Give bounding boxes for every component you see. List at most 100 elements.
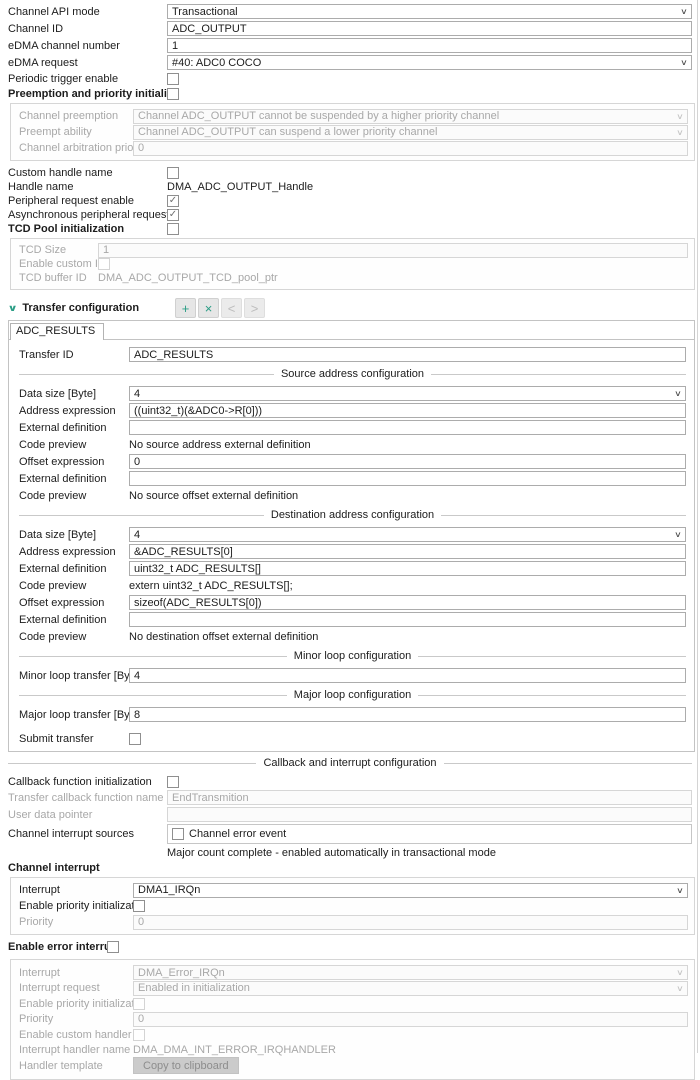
dst-external-definition-input[interactable]: uint32_t ADC_RESULTS[] <box>129 561 686 576</box>
src-offset-external-definition-control-area <box>129 471 686 486</box>
src-offset-expression-row: Offset expression0 <box>19 453 686 470</box>
channel-priority-label: Priority <box>19 916 133 928</box>
src-offset-expression-label: Offset expression <box>19 456 129 468</box>
callback-function-initialization-checkbox[interactable] <box>167 776 179 788</box>
preemption-priority-initialization-label: Preemption and priority initialization <box>8 88 167 100</box>
tcd-pool-initialization-row: TCD Pool initialization <box>8 222 692 236</box>
transfer-tabstrip: ADC_RESULTS <box>9 321 694 340</box>
src-address-expression-control-area: ((uint32_t)(&ADC0->R[0])) <box>129 403 686 418</box>
src-data-size-select[interactable]: 4∨ <box>129 386 686 401</box>
dst-offset-code-preview-control-area: No destination offset external definitio… <box>129 631 686 643</box>
major-loop-separator: Major loop configuration <box>19 684 686 706</box>
add-transfer-button[interactable]: + <box>175 298 196 318</box>
enable-custom-handler-name-checkbox <box>133 1029 145 1041</box>
channel-priority-value: 0 <box>138 916 144 928</box>
section-expand-chevron-icon[interactable]: ∨ <box>8 303 18 314</box>
dst-data-size-select[interactable]: 4∨ <box>129 527 686 542</box>
tcd-buffer-id-value: DMA_ADC_OUTPUT_TCD_pool_ptr <box>98 272 278 284</box>
src-offset-code-preview-label: Code preview <box>19 490 129 502</box>
transfer-id-input[interactable]: ADC_RESULTS <box>129 347 686 362</box>
channel-interrupt-sources-control-area: Channel error event <box>167 824 692 844</box>
edma-request-control-area: #40: ADC0 COCO∨ <box>167 55 692 70</box>
dst-offset-external-definition-row: External definition <box>19 611 686 628</box>
major-loop-transfer-input[interactable]: 8 <box>129 707 686 722</box>
channel-preemption-row: Channel preemptionChannel ADC_OUTPUT can… <box>19 108 688 124</box>
dst-address-expression-row: Address expression&ADC_RESULTS[0] <box>19 543 686 560</box>
callback-function-initialization-control-area <box>167 776 692 788</box>
channel-interrupt-group: InterruptDMA1_IRQn∨Enable priority initi… <box>10 877 695 935</box>
preempt-ability-label: Preempt ability <box>19 126 133 138</box>
dst-offset-expression-input[interactable]: sizeof(ADC_RESULTS[0]) <box>129 595 686 610</box>
enable-custom-id-label: Enable custom ID <box>19 258 98 270</box>
user-data-pointer-row: User data pointer <box>8 806 692 823</box>
transfer-callback-function-name-value: EndTransmition <box>172 792 249 804</box>
destination-address-separator: Destination address configuration <box>19 504 686 526</box>
enable-error-interrupt-checkbox[interactable] <box>107 941 119 953</box>
channel-priority-row: Priority 0 <box>19 914 688 930</box>
channel-preemption-control-area: Channel ADC_OUTPUT cannot be suspended b… <box>133 109 688 124</box>
checkmark-icon: ✓ <box>169 196 177 206</box>
edma-channel-number-input[interactable]: 1 <box>167 38 692 53</box>
remove-transfer-button[interactable]: × <box>198 298 219 318</box>
channel-enable-priority-initialization-checkbox[interactable] <box>133 900 145 912</box>
major-count-note-control-area: Major count complete - enabled automatic… <box>167 847 692 859</box>
enable-error-interrupt-label: Enable error interrupt <box>8 941 107 953</box>
dst-address-expression-input[interactable]: &ADC_RESULTS[0] <box>129 544 686 559</box>
channel-api-mode-row: Channel API modeTransactional∨ <box>8 3 692 20</box>
preemption-priority-initialization-checkbox[interactable] <box>167 88 179 100</box>
channel-arbitration-priority-label: Channel arbitration priority <box>19 142 133 154</box>
error-enable-priority-initialization-control-area <box>133 998 688 1010</box>
src-external-definition-input[interactable] <box>129 420 686 435</box>
src-offset-expression-input[interactable]: 0 <box>129 454 686 469</box>
dst-offset-external-definition-label: External definition <box>19 614 129 626</box>
callback-function-initialization-row: Callback function initialization <box>8 774 692 789</box>
preempt-ability-row: Preempt abilityChannel ADC_OUTPUT can su… <box>19 124 688 140</box>
dst-offset-external-definition-input[interactable] <box>129 612 686 627</box>
error-interrupt-select-control-area: DMA_Error_IRQn∨ <box>133 965 688 980</box>
dst-address-expression-value: &ADC_RESULTS[0] <box>134 546 233 558</box>
tcd-pool-initialization-checkbox[interactable] <box>167 223 179 235</box>
channel-enable-priority-initialization-row: Enable priority initialization <box>19 898 688 914</box>
major-loop-separator-line-right <box>418 695 686 696</box>
enable-custom-id-checkbox <box>98 258 110 270</box>
major-loop-transfer-control-area: 8 <box>129 707 686 722</box>
user-data-pointer-label: User data pointer <box>8 809 167 821</box>
periodic-trigger-enable-label: Periodic trigger enable <box>8 73 167 85</box>
submit-transfer-row: Submit transfer <box>19 731 686 746</box>
peripheral-request-enable-checkbox[interactable]: ✓ <box>167 195 179 207</box>
minor-loop-transfer-input[interactable]: 4 <box>129 668 686 683</box>
channel-error-event-checkbox[interactable] <box>172 828 184 840</box>
edma-request-label: eDMA request <box>8 57 167 69</box>
edma-request-row: eDMA request#40: ADC0 COCO∨ <box>8 54 692 71</box>
error-enable-priority-initialization-row: Enable priority initialization <box>19 996 688 1012</box>
channel-interrupt-sources-row: Channel interrupt sourcesChannel error e… <box>8 823 692 845</box>
callback-rows: Callback function initializationTransfer… <box>8 774 692 860</box>
transfer-configuration-title: Transfer configuration <box>22 302 139 314</box>
channel-preemption-value: Channel ADC_OUTPUT cannot be suspended b… <box>138 110 499 122</box>
src-offset-external-definition-input[interactable] <box>129 471 686 486</box>
tcd-buffer-id-control-area: DMA_ADC_OUTPUT_TCD_pool_ptr <box>98 272 688 284</box>
edma-request-select[interactable]: #40: ADC0 COCO∨ <box>167 55 692 70</box>
error-priority-control-area: 0 <box>133 1012 688 1027</box>
channel-api-mode-select[interactable]: Transactional∨ <box>167 4 692 19</box>
minor-loop-transfer-control-area: 4 <box>129 668 686 683</box>
channel-id-input[interactable]: ADC_OUTPUT <box>167 21 692 36</box>
asynchronous-peripheral-request-checkbox[interactable]: ✓ <box>167 209 179 221</box>
src-offset-external-definition-row: External definition <box>19 470 686 487</box>
channel-interrupt-select-select[interactable]: DMA1_IRQn∨ <box>133 883 688 898</box>
src-code-preview-value: No source address external definition <box>129 439 311 451</box>
custom-handle-name-checkbox[interactable] <box>167 167 179 179</box>
source-address-separator-line-left <box>19 374 274 375</box>
submit-transfer-checkbox[interactable] <box>129 733 141 745</box>
major-loop-transfer-row: Major loop transfer [Byte]8 <box>19 706 686 723</box>
preempt-ability-select: Channel ADC_OUTPUT can suspend a lower p… <box>133 125 688 140</box>
tcd-buffer-id-row: TCD buffer IDDMA_ADC_OUTPUT_TCD_pool_ptr <box>19 271 688 285</box>
periodic-trigger-enable-checkbox[interactable] <box>167 73 179 85</box>
dst-external-definition-label: External definition <box>19 563 129 575</box>
src-address-expression-input[interactable]: ((uint32_t)(&ADC0->R[0])) <box>129 403 686 418</box>
tcd-pool-initialization-control-area <box>167 223 692 235</box>
preemption-priority-group: Channel preemptionChannel ADC_OUTPUT can… <box>10 103 695 161</box>
tab-adc-results[interactable]: ADC_RESULTS <box>10 323 104 340</box>
enable-error-interrupt-control-area <box>107 941 692 953</box>
handler-template-control-area: Copy to clipboard <box>133 1057 688 1074</box>
